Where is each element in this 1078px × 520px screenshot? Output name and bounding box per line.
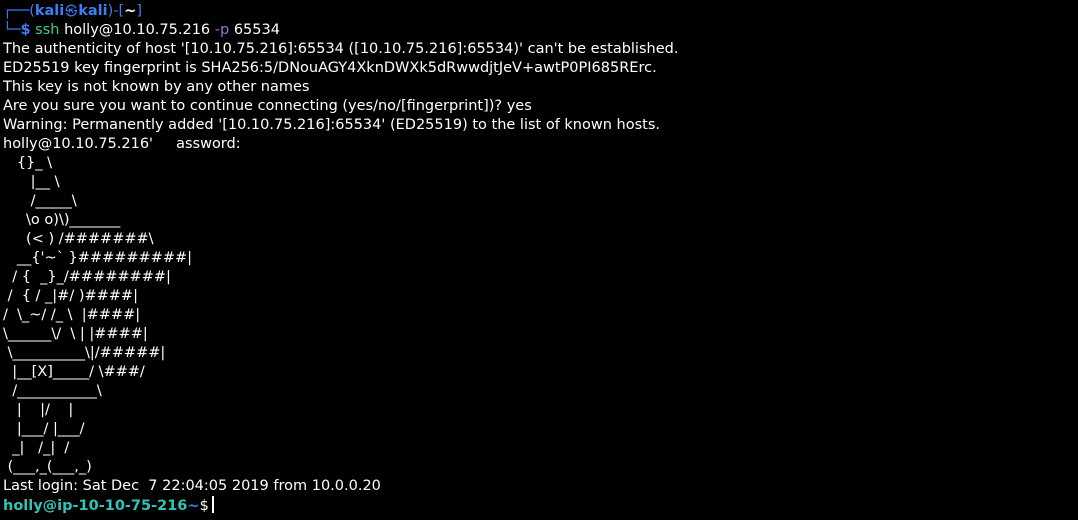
prompt-corner-top: ┌──( <box>3 3 35 19</box>
ascii-art-line: / { / _|#/ )####| <box>3 288 138 304</box>
last-login-line: Last login: Sat Dec 7 22:04:05 2019 from… <box>3 478 381 494</box>
ascii-art-line: |__ \ <box>3 174 60 190</box>
output-line: Warning: Permanently added '[10.10.75.21… <box>3 117 660 133</box>
password-prompt-line: holly@10.10.75.216' assword: <box>3 136 241 152</box>
prompt-close-bracket: ] <box>136 3 142 19</box>
ascii-art-line: \__________\|/#####| <box>3 345 166 361</box>
ascii-art-line: {}_ \ <box>3 155 53 171</box>
text-cursor[interactable] <box>211 496 214 513</box>
prompt-separator: )-[ <box>107 3 125 19</box>
prompt-user: kali <box>34 3 65 19</box>
prompt2-cwd: ~ <box>187 498 200 514</box>
prompt-dollar: $ <box>20 22 31 38</box>
ascii-art-line: |___/ |___/ <box>3 421 85 437</box>
ascii-art-line: /___________\ <box>3 383 102 399</box>
ascii-art-line: |__[X]_____/ \###/ <box>3 364 145 380</box>
ascii-art-line: (___,_(___,_) <box>3 459 92 475</box>
output-line: Are you sure you want to continue connec… <box>3 98 532 114</box>
ascii-art-line: / { _}_/########| <box>3 269 171 285</box>
ascii-art-line: | |/ | <box>3 402 74 418</box>
prompt-host: kali <box>78 3 108 19</box>
prompt-cwd: ~ <box>124 3 137 19</box>
skull-icon: ㉿ <box>65 4 78 18</box>
prompt2-dollar: $ <box>199 498 209 514</box>
ascii-art-line: /_____\ <box>3 193 77 209</box>
output-line: ED25519 key fingerprint is SHA256:5/DNou… <box>3 60 657 76</box>
ascii-art-line: / \_~/ /_ \ |####| <box>3 307 141 323</box>
command-flag: -p <box>214 22 230 38</box>
ascii-art-line: (< ) /#######\ <box>3 231 154 247</box>
ascii-art-line: __{'~` }#########| <box>3 250 193 266</box>
output-line: This key is not known by any other names <box>3 79 310 95</box>
terminal-window[interactable]: ┌──(kali㉿kali)-[~] └─$ ssh holly@10.10.7… <box>0 0 1078 520</box>
prompt-line-2[interactable]: holly@ip-10-10-75-216~$ <box>3 496 1078 515</box>
command-line: └─$ ssh holly@10.10.75.216 -p 65534 <box>3 21 1078 40</box>
ascii-art-line: \______\/ \ | |####| <box>3 326 148 342</box>
command-port: 65534 <box>233 22 280 38</box>
ascii-art-line: _| /_| / <box>3 440 70 456</box>
ascii-art-banner: {}_ \ |__ \ /_____\ \o o)\)_______ (< ) … <box>3 154 1078 477</box>
command-program: ssh <box>35 22 60 38</box>
command-target: holly@10.10.75.216 <box>64 22 211 38</box>
prompt-line-1: ┌──(kali㉿kali)-[~] <box>3 2 1078 21</box>
prompt2-user-host: holly@ip-10-10-75-216 <box>3 498 188 514</box>
prompt-corner-bottom: └─ <box>3 22 21 38</box>
ascii-art-line: \o o)\)_______ <box>3 212 121 228</box>
output-line: The authenticity of host '[10.10.75.216]… <box>3 41 679 57</box>
